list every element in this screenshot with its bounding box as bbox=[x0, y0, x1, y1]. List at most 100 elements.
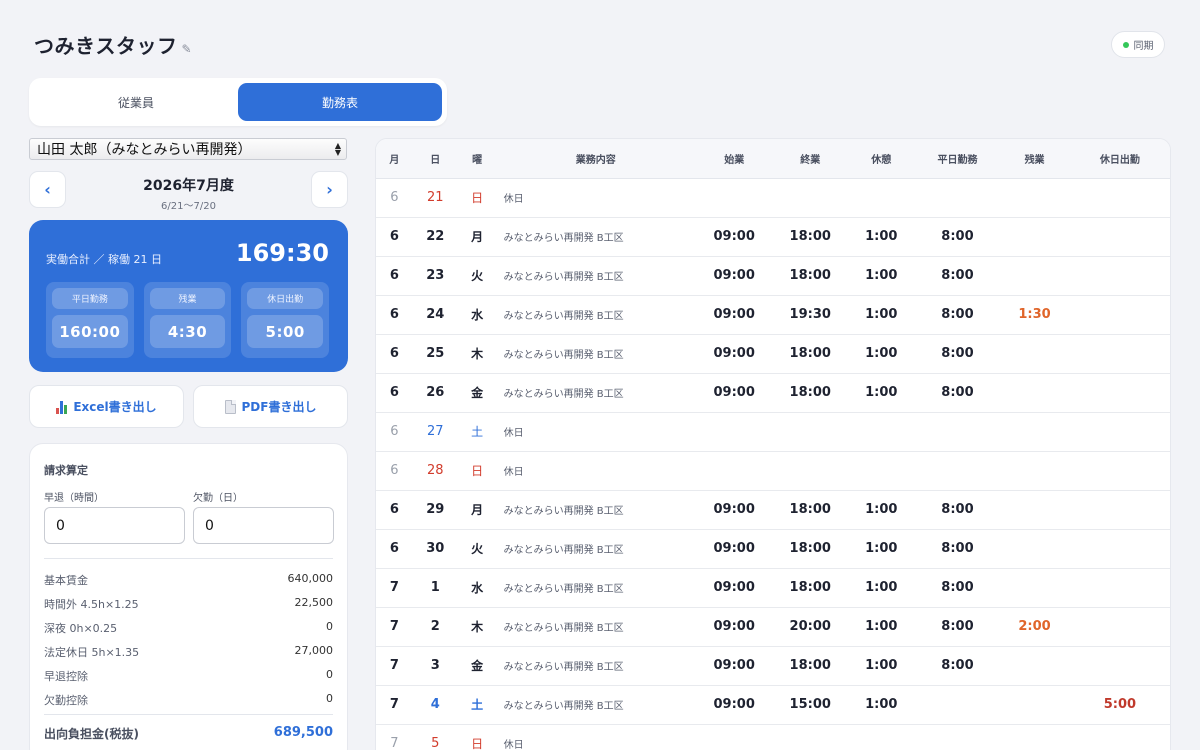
cell-day: 5 bbox=[412, 724, 458, 750]
billing-panel: 請求算定 早退（時間） 0 欠勤（日） 0 基本賃金 640,000 時間外 4.… bbox=[29, 443, 348, 750]
cell-month: 6 bbox=[376, 295, 413, 335]
cell-task: みなとみらい再開発 B工区 bbox=[496, 607, 695, 647]
cell-end: 18:00 bbox=[773, 217, 848, 257]
sync-status-icon bbox=[1122, 41, 1129, 48]
col-header-break: 休憩 bbox=[847, 139, 916, 179]
cell-day: 23 bbox=[412, 256, 458, 296]
col-header-weekday: 平日勤務 bbox=[915, 139, 1000, 179]
excel-export-button[interactable]: Excel書き出し bbox=[29, 385, 184, 428]
cell-weekday: 8:00 bbox=[915, 256, 1000, 296]
tab-timesheet[interactable]: 勤務表 bbox=[238, 83, 442, 121]
cell-start: 09:00 bbox=[694, 373, 774, 413]
table-row[interactable]: 7 3 金みなとみらい再開発 B工区 09:00 18:00 1:00 8:00 bbox=[376, 646, 1170, 686]
summary-box-label: 残業 bbox=[149, 288, 226, 309]
cell-month: 7 bbox=[376, 568, 413, 608]
cell-start bbox=[694, 178, 774, 218]
period-range: 6/21〜7/20 bbox=[161, 201, 216, 212]
table-row[interactable]: 6 23 火みなとみらい再開発 B工区 09:00 18:00 1:00 8:00 bbox=[376, 256, 1170, 296]
table-row[interactable]: 6 27 土休日 bbox=[376, 412, 1170, 452]
employee-select[interactable]: 山田 太郎（みなとみらい再開発） ▲ ▼ bbox=[29, 138, 347, 160]
cell-start: 09:00 bbox=[694, 256, 774, 296]
cell-holiday-work bbox=[1069, 178, 1170, 218]
cell-end bbox=[773, 451, 848, 491]
table-row[interactable]: 6 26 金みなとみらい再開発 B工区 09:00 18:00 1:00 8:00 bbox=[376, 373, 1170, 413]
cell-end: 18:00 bbox=[773, 646, 848, 686]
cell-day: 25 bbox=[412, 334, 458, 374]
table-row[interactable]: 6 21 日休日 bbox=[376, 178, 1170, 218]
col-header-overtime: 残業 bbox=[999, 139, 1070, 179]
cell-end bbox=[773, 412, 848, 452]
billing-row-value: 0 bbox=[326, 692, 333, 705]
cell-dow: 土 bbox=[457, 685, 497, 725]
tab-employees[interactable]: 従業員 bbox=[34, 83, 238, 121]
sync-button[interactable]: 同期 bbox=[1111, 31, 1165, 58]
cell-overtime bbox=[999, 490, 1070, 530]
table-row[interactable]: 6 30 火みなとみらい再開発 B工区 09:00 18:00 1:00 8:00 bbox=[376, 529, 1170, 569]
table-row[interactable]: 7 4 土みなとみらい再開発 B工区 09:00 15:00 1:00 5:00 bbox=[376, 685, 1170, 725]
cell-end: 20:00 bbox=[773, 607, 848, 647]
cell-holiday-work bbox=[1069, 646, 1170, 686]
cell-dow: 日 bbox=[457, 451, 497, 491]
billing-row-label: 法定休日 5h×1.35 bbox=[44, 646, 140, 659]
cell-weekday: 8:00 bbox=[915, 373, 1000, 413]
early-leave-input[interactable]: 0 bbox=[44, 507, 185, 544]
table-row[interactable]: 7 2 木みなとみらい再開発 B工区 09:00 20:00 1:00 8:00 2:00 bbox=[376, 607, 1170, 647]
billing-total: 出向負担金(税抜) 689,500 bbox=[44, 725, 333, 742]
table-row[interactable]: 7 1 水みなとみらい再開発 B工区 09:00 18:00 1:00 8:00 bbox=[376, 568, 1170, 608]
cell-month: 6 bbox=[376, 217, 413, 257]
cell-end: 18:00 bbox=[773, 490, 848, 530]
cell-holiday-work bbox=[1069, 217, 1170, 257]
billing-row-label: 基本賃金 bbox=[44, 574, 88, 587]
pencil-icon[interactable]: ✎ bbox=[182, 42, 193, 56]
cell-month: 7 bbox=[376, 685, 413, 725]
cell-day: 4 bbox=[412, 685, 458, 725]
col-header-end: 終業 bbox=[773, 139, 848, 179]
table-row[interactable]: 6 25 木みなとみらい再開発 B工区 09:00 18:00 1:00 8:00 bbox=[376, 334, 1170, 374]
cell-day: 3 bbox=[412, 646, 458, 686]
table-row[interactable]: 6 22 月みなとみらい再開発 B工区 09:00 18:00 1:00 8:00 bbox=[376, 217, 1170, 257]
cell-day: 2 bbox=[412, 607, 458, 647]
cell-holiday-work: 5:00 bbox=[1069, 685, 1170, 725]
cell-break: 1:00 bbox=[847, 568, 916, 608]
table-row[interactable]: 6 24 水みなとみらい再開発 B工区 09:00 19:30 1:00 8:00 1:30 bbox=[376, 295, 1170, 335]
cell-break: 1:00 bbox=[847, 295, 916, 335]
employee-select-value: 山田 太郎（みなとみらい再開発） bbox=[37, 142, 252, 158]
cell-weekday: 8:00 bbox=[915, 334, 1000, 374]
cell-break bbox=[847, 412, 916, 452]
cell-task: みなとみらい再開発 B工区 bbox=[496, 217, 695, 257]
select-arrows-icon: ▲ ▼ bbox=[334, 141, 341, 157]
cell-holiday-work bbox=[1069, 373, 1170, 413]
sync-label: 同期 bbox=[1133, 41, 1154, 52]
billing-row-label: 時間外 4.5h×1.25 bbox=[44, 598, 139, 611]
cell-weekday bbox=[915, 178, 1000, 218]
cell-end: 15:00 bbox=[773, 685, 848, 725]
cell-end: 18:00 bbox=[773, 568, 848, 608]
bar-chart-icon bbox=[56, 400, 68, 414]
cell-break bbox=[847, 724, 916, 750]
billing-row: 早退控除 0 bbox=[44, 668, 333, 684]
billing-row-label: 欠勤控除 bbox=[44, 694, 88, 707]
billing-row: 時間外 4.5h×1.25 22,500 bbox=[44, 596, 333, 612]
cell-holiday-work bbox=[1069, 412, 1170, 452]
cell-overtime bbox=[999, 373, 1070, 413]
cell-holiday-work bbox=[1069, 568, 1170, 608]
cell-dow: 日 bbox=[457, 178, 497, 218]
cell-dow: 火 bbox=[457, 256, 497, 296]
cell-end: 19:30 bbox=[773, 295, 848, 335]
summary-card: 実働合計 ／ 稼働 21 日 169:30 平日勤務 160:00 残業 4:3… bbox=[29, 220, 348, 372]
next-month-button[interactable]: › bbox=[311, 171, 348, 208]
pdf-export-button[interactable]: PDF書き出し bbox=[193, 385, 348, 428]
table-row[interactable]: 7 5 日休日 bbox=[376, 724, 1170, 750]
app-title-text: つみきスタッフ bbox=[34, 34, 178, 58]
cell-start: 09:00 bbox=[694, 529, 774, 569]
billing-row-value: 640,000 bbox=[287, 572, 334, 585]
billing-row: 法定休日 5h×1.35 27,000 bbox=[44, 644, 333, 660]
absence-input[interactable]: 0 bbox=[193, 507, 334, 544]
cell-day: 24 bbox=[412, 295, 458, 335]
cell-dow: 土 bbox=[457, 412, 497, 452]
prev-month-button[interactable]: ‹ bbox=[29, 171, 66, 208]
table-header-row: 月 日 曜 業務内容 始業 終業 休憩 平日勤務 残業 休日出勤 bbox=[376, 139, 1170, 179]
col-header-holiday-work: 休日出勤 bbox=[1069, 139, 1170, 179]
table-row[interactable]: 6 29 月みなとみらい再開発 B工区 09:00 18:00 1:00 8:00 bbox=[376, 490, 1170, 530]
table-row[interactable]: 6 28 日休日 bbox=[376, 451, 1170, 491]
